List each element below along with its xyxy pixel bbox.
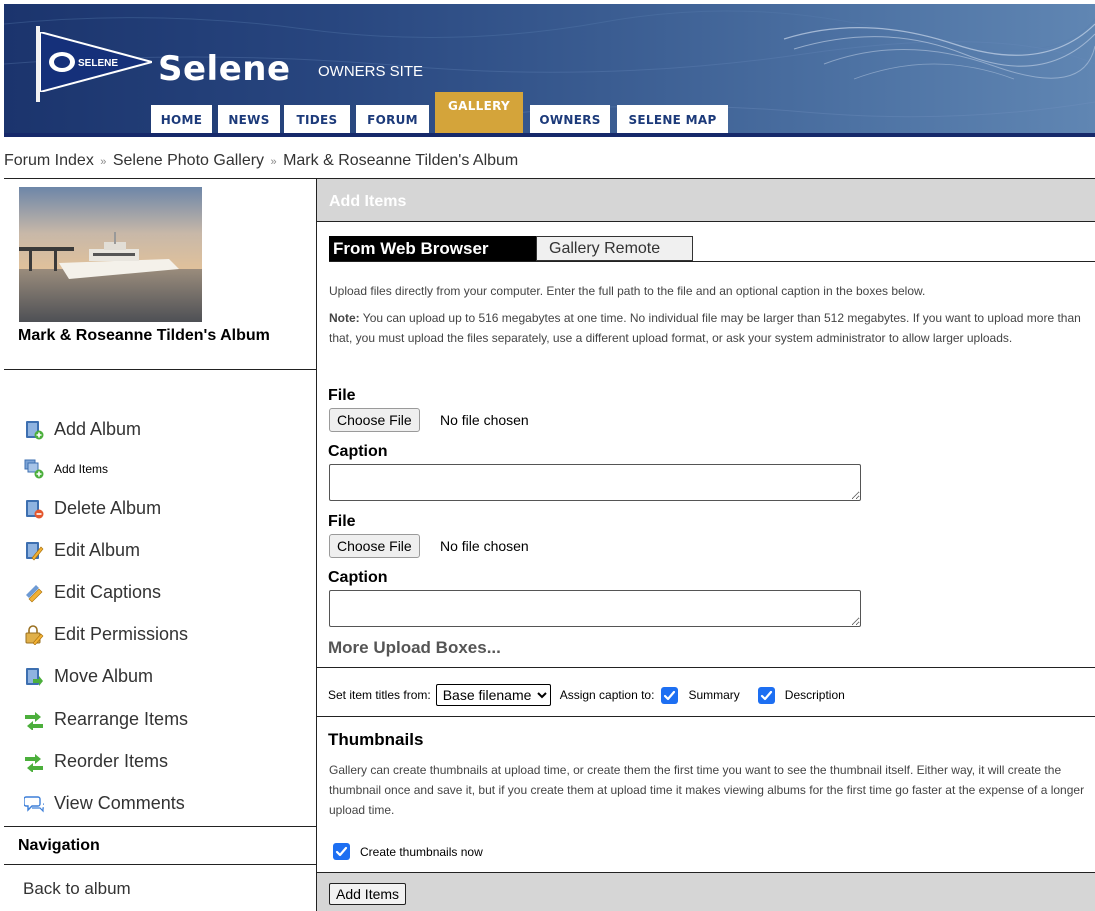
tab-selene-map[interactable]: SELENE MAP <box>617 105 728 134</box>
description-label: Description <box>784 688 845 702</box>
menu-label: Edit Album <box>54 540 141 560</box>
site-header: SELENE Selene OWNERS SITE HOME NEWS TIDE… <box>4 4 1095 137</box>
edit-captions-icon <box>24 583 44 603</box>
reorder-items-icon <box>24 752 44 773</box>
choose-file-button-2[interactable]: Choose File <box>329 534 420 558</box>
tab-tides[interactable]: TIDES <box>284 105 350 134</box>
file-label-2: File <box>328 513 356 530</box>
menu-label: Delete Album <box>54 498 162 518</box>
set-titles-label: Set item titles from: <box>328 688 431 702</box>
summary-label: Summary <box>688 688 740 702</box>
main-divider <box>317 221 1095 222</box>
create-thumbnails-checkbox[interactable] <box>333 843 350 860</box>
menu-label: Edit Permissions <box>54 624 189 644</box>
add-items-icon <box>24 459 44 479</box>
menu-rearrange-items[interactable]: Rearrange Items <box>24 709 189 731</box>
tab-news[interactable]: NEWS <box>218 105 280 134</box>
add-items-submit-button[interactable]: Add Items <box>329 883 407 905</box>
title-source-select[interactable]: Base filename <box>435 684 551 706</box>
breadcrumb: Forum Index » Selene Photo Gallery » Mar… <box>0 146 1095 176</box>
breadcrumb-album: Mark & Roseanne Tilden's Album <box>283 152 519 169</box>
menu-label: Add Album <box>54 419 142 439</box>
tab-owners[interactable]: OWNERS <box>530 105 610 134</box>
menu-reorder-items[interactable]: Reorder Items <box>24 751 169 773</box>
delete-album-icon <box>24 499 44 519</box>
tab-gallery[interactable]: GALLERY <box>435 92 523 137</box>
choose-file-button-1[interactable]: Choose File <box>329 408 420 432</box>
edit-album-icon <box>24 541 44 561</box>
breadcrumb-separator: » <box>100 156 107 168</box>
menu-label: Add Items <box>54 462 109 476</box>
caption-input-2[interactable] <box>329 590 861 627</box>
section-title: Add Items <box>329 193 407 210</box>
upload-intro-text: Upload files directly from your computer… <box>329 284 926 298</box>
tab-from-web-browser[interactable]: From Web Browser <box>329 236 537 261</box>
album-name: Mark & Roseanne Tilden's Album <box>18 327 270 344</box>
file-status-1: No file chosen <box>440 412 529 428</box>
note-label: Note: <box>329 311 360 325</box>
create-thumbnails-row: Create thumbnails now <box>333 843 483 860</box>
breadcrumb-separator: » <box>270 156 277 168</box>
navigation-heading: Navigation <box>18 837 100 854</box>
site-subtitle: OWNERS SITE <box>318 63 424 80</box>
tab-forum[interactable]: FORUM <box>356 105 429 134</box>
caption-label-1: Caption <box>328 443 388 460</box>
menu-label: Reorder Items <box>54 751 169 771</box>
sidebar-divider <box>4 826 317 827</box>
selene-pennant-logo: SELENE <box>40 32 152 92</box>
thumbnails-description: Gallery can create thumbnails at upload … <box>329 763 1085 817</box>
main-content: Add Items From Web Browser Gallery Remot… <box>317 178 1095 911</box>
more-upload-boxes-link[interactable]: More Upload Boxes... <box>328 638 501 658</box>
sidebar-divider <box>4 369 317 370</box>
edit-permissions-icon <box>24 624 44 645</box>
caption-input-1[interactable] <box>329 464 861 501</box>
file-status-2: No file chosen <box>440 538 529 554</box>
breadcrumb-photo-gallery[interactable]: Selene Photo Gallery <box>113 152 264 169</box>
tab-home[interactable]: HOME <box>151 105 212 134</box>
rearrange-items-icon <box>24 710 44 731</box>
upload-options-row: Set item titles from: Base filename Assi… <box>328 684 845 706</box>
boat-photo <box>19 187 202 322</box>
menu-label: View Comments <box>54 793 185 813</box>
note-text: You can upload up to 516 megabytes at on… <box>329 311 1081 345</box>
sidebar: Mark & Roseanne Tilden's Album Add Album… <box>4 178 317 911</box>
description-checkbox[interactable] <box>757 686 775 704</box>
add-album-icon <box>24 420 44 440</box>
assign-caption-label: Assign caption to: <box>559 688 655 702</box>
sidebar-divider <box>4 864 317 865</box>
caption-label-2: Caption <box>328 569 388 586</box>
file-label-1: File <box>328 387 356 404</box>
menu-edit-album[interactable]: Edit Album <box>24 540 140 561</box>
subtab-underline <box>329 261 1095 262</box>
menu-delete-album[interactable]: Delete Album <box>24 498 161 519</box>
tab-gallery-remote[interactable]: Gallery Remote <box>536 236 693 261</box>
album-thumbnail[interactable] <box>19 187 202 322</box>
menu-add-album[interactable]: Add Album <box>24 419 141 440</box>
submit-bar <box>317 873 1095 911</box>
menu-edit-permissions[interactable]: Edit Permissions <box>24 624 188 645</box>
move-album-icon <box>24 667 44 687</box>
menu-move-album[interactable]: Move Album <box>24 666 153 687</box>
upload-note: Note: You can upload up to 516 megabytes… <box>329 308 1089 348</box>
create-thumbnails-label: Create thumbnails now <box>360 844 483 859</box>
main-divider <box>317 716 1095 717</box>
view-comments-icon <box>23 794 46 814</box>
add-items-header-bar: Add Items <box>317 179 1095 221</box>
back-to-album-link[interactable]: Back to album <box>23 879 131 899</box>
header-underline <box>4 133 1095 137</box>
summary-checkbox[interactable] <box>661 686 679 704</box>
menu-label: Move Album <box>54 666 154 686</box>
thumbnails-heading: Thumbnails <box>328 730 424 749</box>
menu-add-items[interactable]: Add Items <box>24 459 108 479</box>
breadcrumb-forum-index[interactable]: Forum Index <box>4 152 94 169</box>
site-title: Selene <box>158 49 291 89</box>
menu-view-comments[interactable]: View Comments <box>23 793 185 814</box>
menu-label: Edit Captions <box>54 582 162 602</box>
menu-label: Rearrange Items <box>54 709 189 729</box>
main-divider <box>317 667 1095 668</box>
menu-edit-captions[interactable]: Edit Captions <box>24 582 161 603</box>
svg-text:SELENE: SELENE <box>78 58 118 69</box>
